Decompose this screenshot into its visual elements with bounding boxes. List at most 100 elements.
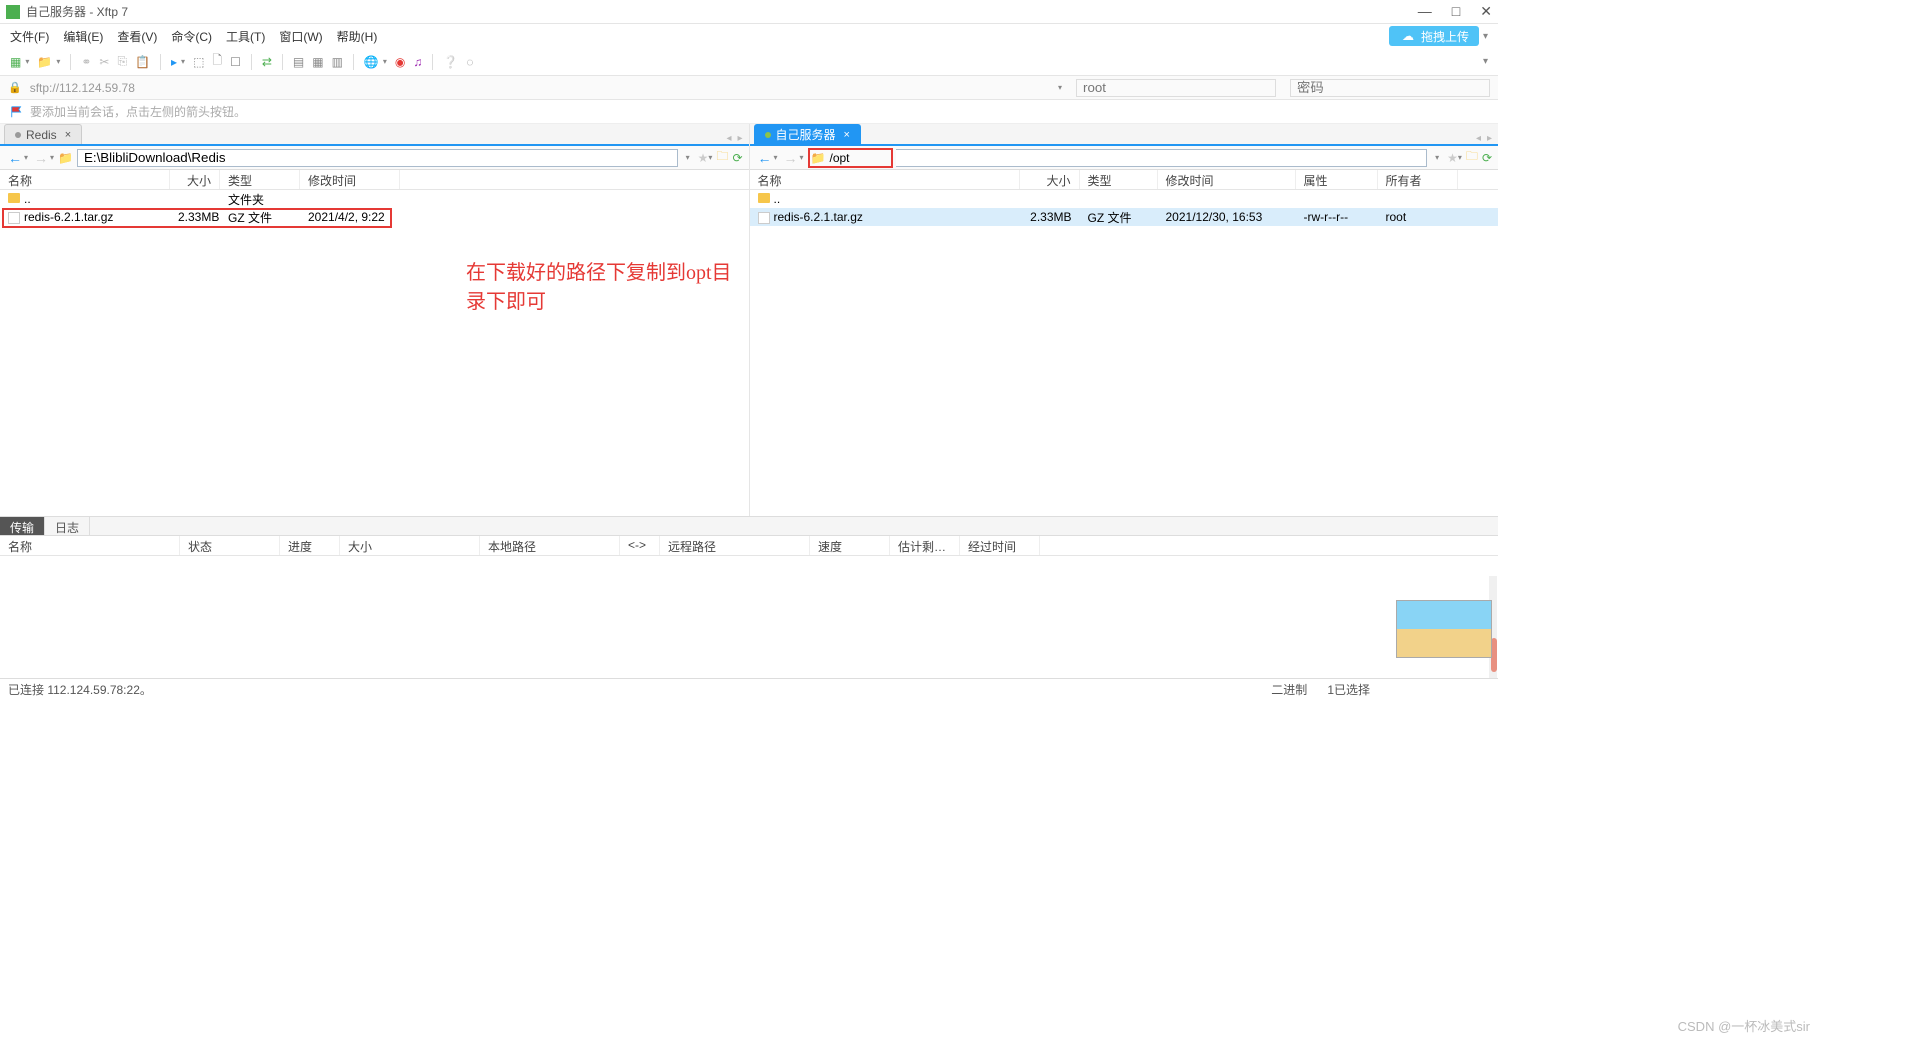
- local-pathbar: ←▾ →▾ 📁 ▾ ★▾ 🗀 ⟳: [0, 146, 749, 170]
- username-field[interactable]: [1076, 79, 1276, 97]
- maximize-button[interactable]: □: [1452, 3, 1460, 20]
- dropdown-icon[interactable]: ▾: [800, 153, 804, 162]
- menu-window[interactable]: 窗口(W): [279, 28, 322, 45]
- local-path-input[interactable]: [77, 149, 678, 167]
- col-mtime[interactable]: 修改时间: [300, 170, 400, 189]
- tab-transfer[interactable]: 传输: [0, 517, 45, 535]
- local-list-body[interactable]: .. 文件夹 redis-6.2.1.tar.gz 2.33MB GZ 文件 2…: [0, 190, 749, 516]
- view3-icon[interactable]: ▥: [332, 55, 343, 69]
- dropdown-icon[interactable]: ▾: [56, 57, 60, 66]
- paste-icon[interactable]: 📋: [135, 55, 150, 69]
- favorite-icon[interactable]: ★: [698, 151, 709, 165]
- col-owner[interactable]: 所有者: [1378, 170, 1458, 189]
- info-icon[interactable]: ◌: [466, 55, 473, 69]
- explorer-icon[interactable]: 🗀: [1466, 147, 1478, 168]
- col-type[interactable]: 类型: [1080, 170, 1158, 189]
- menu-commands[interactable]: 命令(C): [171, 28, 212, 45]
- path-dropdown-icon[interactable]: ▾: [682, 153, 694, 162]
- explorer-icon[interactable]: 🗀: [716, 147, 728, 168]
- minimize-button[interactable]: —: [1418, 3, 1432, 20]
- sync-icon[interactable]: ⇄: [262, 55, 272, 69]
- col-mtime[interactable]: 修改时间: [1158, 170, 1296, 189]
- favorite-icon[interactable]: ★: [1447, 151, 1458, 165]
- col-name[interactable]: 名称: [0, 536, 180, 555]
- tab-close-icon[interactable]: ×: [65, 129, 71, 141]
- remote-list-body[interactable]: .. redis-6.2.1.tar.gz 2.33MB GZ 文件 2021/…: [750, 190, 1499, 516]
- back-button[interactable]: ←: [6, 150, 24, 166]
- back-button[interactable]: ←: [756, 150, 774, 166]
- col-size[interactable]: 大小: [170, 170, 220, 189]
- dropdown-icon[interactable]: ▾: [24, 153, 28, 162]
- col-name[interactable]: 名称: [0, 170, 170, 189]
- col-type[interactable]: 类型: [220, 170, 300, 189]
- dropdown-icon[interactable]: ▾: [181, 57, 185, 66]
- tab-redis[interactable]: Redis ×: [4, 124, 82, 144]
- titlebar: 自己服务器 - Xftp 7 — □ ✕: [0, 0, 1498, 24]
- col-size[interactable]: 大小: [340, 536, 480, 555]
- tab-prev-icon[interactable]: ◂: [726, 133, 731, 144]
- drag-upload-button[interactable]: ☁ 拖拽上传: [1389, 26, 1479, 46]
- address-url[interactable]: sftp://112.124.59.78: [30, 81, 135, 95]
- sphere-icon[interactable]: ◉: [395, 55, 405, 69]
- view2-icon[interactable]: ▦: [312, 55, 323, 69]
- col-est[interactable]: 估计剩…: [890, 536, 960, 555]
- new-session-icon[interactable]: ▦: [10, 55, 21, 69]
- play-icon[interactable]: ▸: [171, 55, 177, 69]
- col-remote-path[interactable]: 远程路径: [660, 536, 810, 555]
- password-field[interactable]: [1290, 79, 1490, 97]
- col-local-path[interactable]: 本地路径: [480, 536, 620, 555]
- refresh-icon[interactable]: ⟳: [1482, 151, 1492, 165]
- tab-next-icon[interactable]: ▸: [1487, 133, 1492, 144]
- new-file-icon[interactable]: 🗋: [212, 51, 222, 72]
- close-button[interactable]: ✕: [1480, 3, 1492, 20]
- music-icon[interactable]: ♫: [413, 55, 422, 69]
- forward-button[interactable]: →: [782, 150, 800, 166]
- list-row[interactable]: redis-6.2.1.tar.gz 2.33MB GZ 文件 2021/4/2…: [0, 208, 749, 226]
- col-size[interactable]: 大小: [1020, 170, 1080, 189]
- link-icon[interactable]: ⚭: [81, 55, 91, 69]
- list-row-parent[interactable]: ..: [750, 190, 1499, 208]
- view1-icon[interactable]: ▤: [293, 55, 304, 69]
- col-attr[interactable]: 属性: [1296, 170, 1378, 189]
- col-speed[interactable]: 速度: [810, 536, 890, 555]
- toolbar-menu-icon[interactable]: ▾: [1483, 56, 1488, 67]
- list-row-parent[interactable]: .. 文件夹: [0, 190, 749, 208]
- address-dropdown-icon[interactable]: ▾: [1058, 83, 1062, 92]
- lock-icon: 🔒: [8, 81, 22, 94]
- chevron-down-icon[interactable]: ▾: [1483, 31, 1488, 42]
- menu-edit[interactable]: 编辑(E): [63, 28, 103, 45]
- dropdown-icon[interactable]: ▾: [25, 57, 29, 66]
- remote-path-input[interactable]: [896, 149, 1428, 167]
- col-arrow[interactable]: <->: [620, 536, 660, 555]
- refresh-icon[interactable]: ⟳: [732, 151, 742, 165]
- path-dropdown-icon[interactable]: ▾: [1431, 153, 1443, 162]
- cut-icon[interactable]: ✂: [99, 55, 109, 69]
- globe-icon[interactable]: 🌐: [364, 55, 379, 69]
- col-status[interactable]: 状态: [180, 536, 280, 555]
- properties-icon[interactable]: ☐: [230, 55, 241, 69]
- col-name[interactable]: 名称: [750, 170, 1020, 189]
- dropdown-icon[interactable]: ▾: [774, 153, 778, 162]
- list-row[interactable]: redis-6.2.1.tar.gz 2.33MB GZ 文件 2021/12/…: [750, 208, 1499, 226]
- dropdown-icon[interactable]: ▾: [708, 153, 712, 162]
- menu-help[interactable]: 帮助(H): [337, 28, 378, 45]
- menu-file[interactable]: 文件(F): [10, 28, 49, 45]
- file-mtime: 2021/4/2, 9:22: [300, 209, 400, 225]
- dropdown-icon[interactable]: ▾: [1458, 153, 1462, 162]
- dropdown-icon[interactable]: ▾: [383, 57, 387, 66]
- forward-button[interactable]: →: [32, 150, 50, 166]
- col-progress[interactable]: 进度: [280, 536, 340, 555]
- tab-next-icon[interactable]: ▸: [737, 133, 742, 144]
- new-window-icon[interactable]: ⬚: [193, 55, 204, 69]
- col-elapsed[interactable]: 经过时间: [960, 536, 1040, 555]
- tab-close-icon[interactable]: ×: [844, 129, 850, 141]
- dropdown-icon[interactable]: ▾: [50, 153, 54, 162]
- menu-tools[interactable]: 工具(T): [226, 28, 265, 45]
- menu-view[interactable]: 查看(V): [117, 28, 157, 45]
- help-icon[interactable]: ❔: [443, 55, 458, 69]
- open-icon[interactable]: 📁: [37, 55, 52, 69]
- tab-log[interactable]: 日志: [45, 517, 90, 535]
- copy-icon[interactable]: ⎘: [117, 54, 127, 69]
- tab-server[interactable]: 自己服务器 ×: [754, 124, 861, 144]
- tab-prev-icon[interactable]: ◂: [1476, 133, 1481, 144]
